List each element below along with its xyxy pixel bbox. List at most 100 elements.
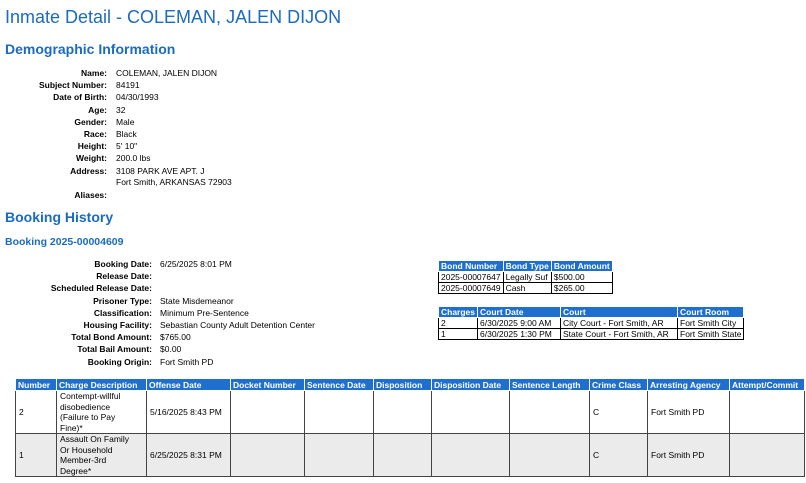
sentence-length: [509, 390, 590, 434]
total-bail-value: $0.00: [160, 344, 182, 355]
court-room-header: Court Room: [677, 306, 745, 318]
bond-row: 2025-00007647 Legally Suf $500.00: [438, 271, 613, 283]
court-header-row: Charges Court Date Court Court Room: [437, 306, 745, 318]
gender-label: Gender:: [74, 116, 107, 127]
docket-number: [230, 433, 305, 477]
page-title: Inmate Detail - COLEMAN, JALEN DIJON: [5, 7, 342, 27]
disposition-date-header: Disposition Date: [431, 378, 510, 391]
address-line2: Fort Smith, ARKANSAS 72903: [116, 176, 232, 187]
sentence-date: [304, 390, 374, 434]
booking-date-value: 6/25/2025 8:01 PM: [160, 259, 232, 269]
bond-number: 2025-00007649: [438, 282, 504, 294]
court-row: 1 6/30/2025 1:30 PM State Court - Fort S…: [437, 328, 745, 340]
booking-origin-value: Fort Smith PD: [160, 356, 214, 367]
booking-origin-label: Booking Origin:: [87, 356, 152, 367]
charge-description-header: Charge Description: [56, 378, 147, 391]
charge-row: 1 Assault On Family Or Household Member-…: [15, 433, 805, 477]
disposition-date: [431, 390, 510, 434]
bond-amount: $500.00: [550, 271, 613, 283]
total-bond-value: $765.00: [160, 332, 191, 343]
charge-description-line: Fine)*: [60, 422, 83, 433]
race-label: Race:: [83, 129, 107, 139]
charge-description-line: disobedience: [60, 401, 111, 412]
subject-number-label: Subject Number:: [38, 80, 107, 91]
booking-title: Booking 2025-00004609: [5, 236, 124, 248]
disposition: [373, 433, 432, 477]
demographics-heading: Demographic Information: [5, 41, 176, 57]
charge-number: 2: [15, 390, 57, 434]
arresting-agency: Fort Smith PD: [647, 390, 730, 434]
name-label: Name:: [81, 68, 107, 78]
bond-row: 2025-00007649 Cash $265.00: [438, 282, 613, 294]
court-date: 6/30/2025 1:30 PM: [477, 328, 562, 340]
court-date-header: Court Date: [477, 306, 562, 318]
dob-label: Date of Birth:: [53, 92, 107, 103]
scheduled-release-label: Scheduled Release Date:: [50, 283, 152, 294]
bond-number-header: Bond Number: [438, 260, 504, 272]
charges-table: Number Charge Description Offense Date D…: [15, 378, 805, 477]
booking-history-heading: Booking History: [5, 209, 114, 225]
charge-description-line: Or Household: [60, 444, 113, 455]
sentence-date-header: Sentence Date: [304, 378, 374, 391]
attempt-commit: [729, 433, 805, 477]
dob-value: 04/30/1993: [116, 92, 159, 103]
weight-value: 200.0 lbs: [116, 153, 151, 164]
bond-type: Legally Suf: [502, 271, 552, 283]
race-value: Black: [116, 129, 137, 139]
charge-description-line: Degree*: [60, 465, 92, 476]
attempt-commit: [729, 390, 805, 434]
disposition-date: [431, 433, 510, 477]
charge-description-line: (Failure to Pay: [60, 412, 116, 422]
age-label: Age:: [88, 104, 107, 115]
height-value: 5' 10": [116, 141, 138, 152]
classification-value: Minimum Pre-Sentence: [160, 307, 249, 318]
charge-number: 1: [15, 433, 57, 477]
charge-description-line: Member-3rd: [60, 455, 107, 465]
demographics-fields: Name: COLEMAN, JALEN DIJON Subject Numbe…: [0, 67, 400, 207]
age-value: 32: [116, 104, 126, 115]
crime-class: C: [589, 433, 648, 477]
sentence-length-header: Sentence Length: [509, 378, 590, 391]
prisoner-type-value: State Misdemeanor: [160, 295, 234, 306]
disposition-header: Disposition: [373, 378, 432, 391]
court-room: Fort Smith City: [677, 317, 745, 329]
weight-label: Weight:: [75, 153, 107, 164]
bond-amount: $265.00: [550, 282, 613, 294]
name-value: COLEMAN, JALEN DIJON: [116, 68, 218, 78]
address-label: Address:: [70, 165, 107, 176]
offense-date: 6/25/2025 8:31 PM: [146, 433, 231, 477]
court-date: 6/30/2025 9:00 AM: [477, 317, 562, 329]
court-table: Charges Court Date Court Court Room 2 6/…: [437, 306, 745, 340]
total-bail-label: Total Bail Amount:: [77, 344, 152, 355]
bond-header-row: Bond Number Bond Type Bond Amount: [438, 260, 613, 272]
charge-description-line: Assault On Family: [60, 434, 129, 444]
docket-number-header: Docket Number: [230, 378, 305, 391]
charges-header-row: Number Charge Description Offense Date D…: [15, 378, 805, 391]
sentence-date: [304, 433, 374, 477]
court-name: City Court - Fort Smith, AR: [560, 317, 679, 329]
court-room: Fort Smith State: [677, 328, 745, 340]
height-label: Height:: [77, 141, 107, 152]
housing-facility-label: Housing Facility:: [83, 320, 152, 330]
booking-date-label: Booking Date:: [94, 259, 152, 269]
classification-label: Classification:: [93, 307, 152, 318]
charge-description: Assault On Family Or Household Member-3r…: [56, 433, 147, 477]
attempt-commit-header: Attempt/Commit: [729, 378, 805, 391]
aliases-label: Aliases:: [74, 189, 107, 200]
charge-number-header: Number: [15, 378, 57, 391]
crime-class-header: Crime Class: [589, 378, 648, 391]
housing-facility-value: Sebastian County Adult Detention Center: [160, 320, 315, 330]
total-bond-label: Total Bond Amount:: [71, 332, 152, 343]
charge-description-line: Contempt-willful: [60, 391, 121, 401]
docket-number: [230, 390, 305, 434]
court-name: State Court - Fort Smith, AR: [560, 328, 679, 340]
sentence-length: [509, 433, 590, 477]
offense-date: 5/16/2025 8:43 PM: [146, 390, 231, 434]
court-charges-header: Charges: [437, 306, 479, 318]
court-charges: 2: [437, 317, 479, 329]
court-charges: 1: [437, 328, 479, 340]
prisoner-type-label: Prisoner Type:: [93, 295, 152, 306]
bond-table: Bond Number Bond Type Bond Amount 2025-0…: [438, 260, 613, 294]
bond-type-header: Bond Type: [502, 260, 552, 272]
release-date-label: Release Date:: [96, 271, 152, 282]
